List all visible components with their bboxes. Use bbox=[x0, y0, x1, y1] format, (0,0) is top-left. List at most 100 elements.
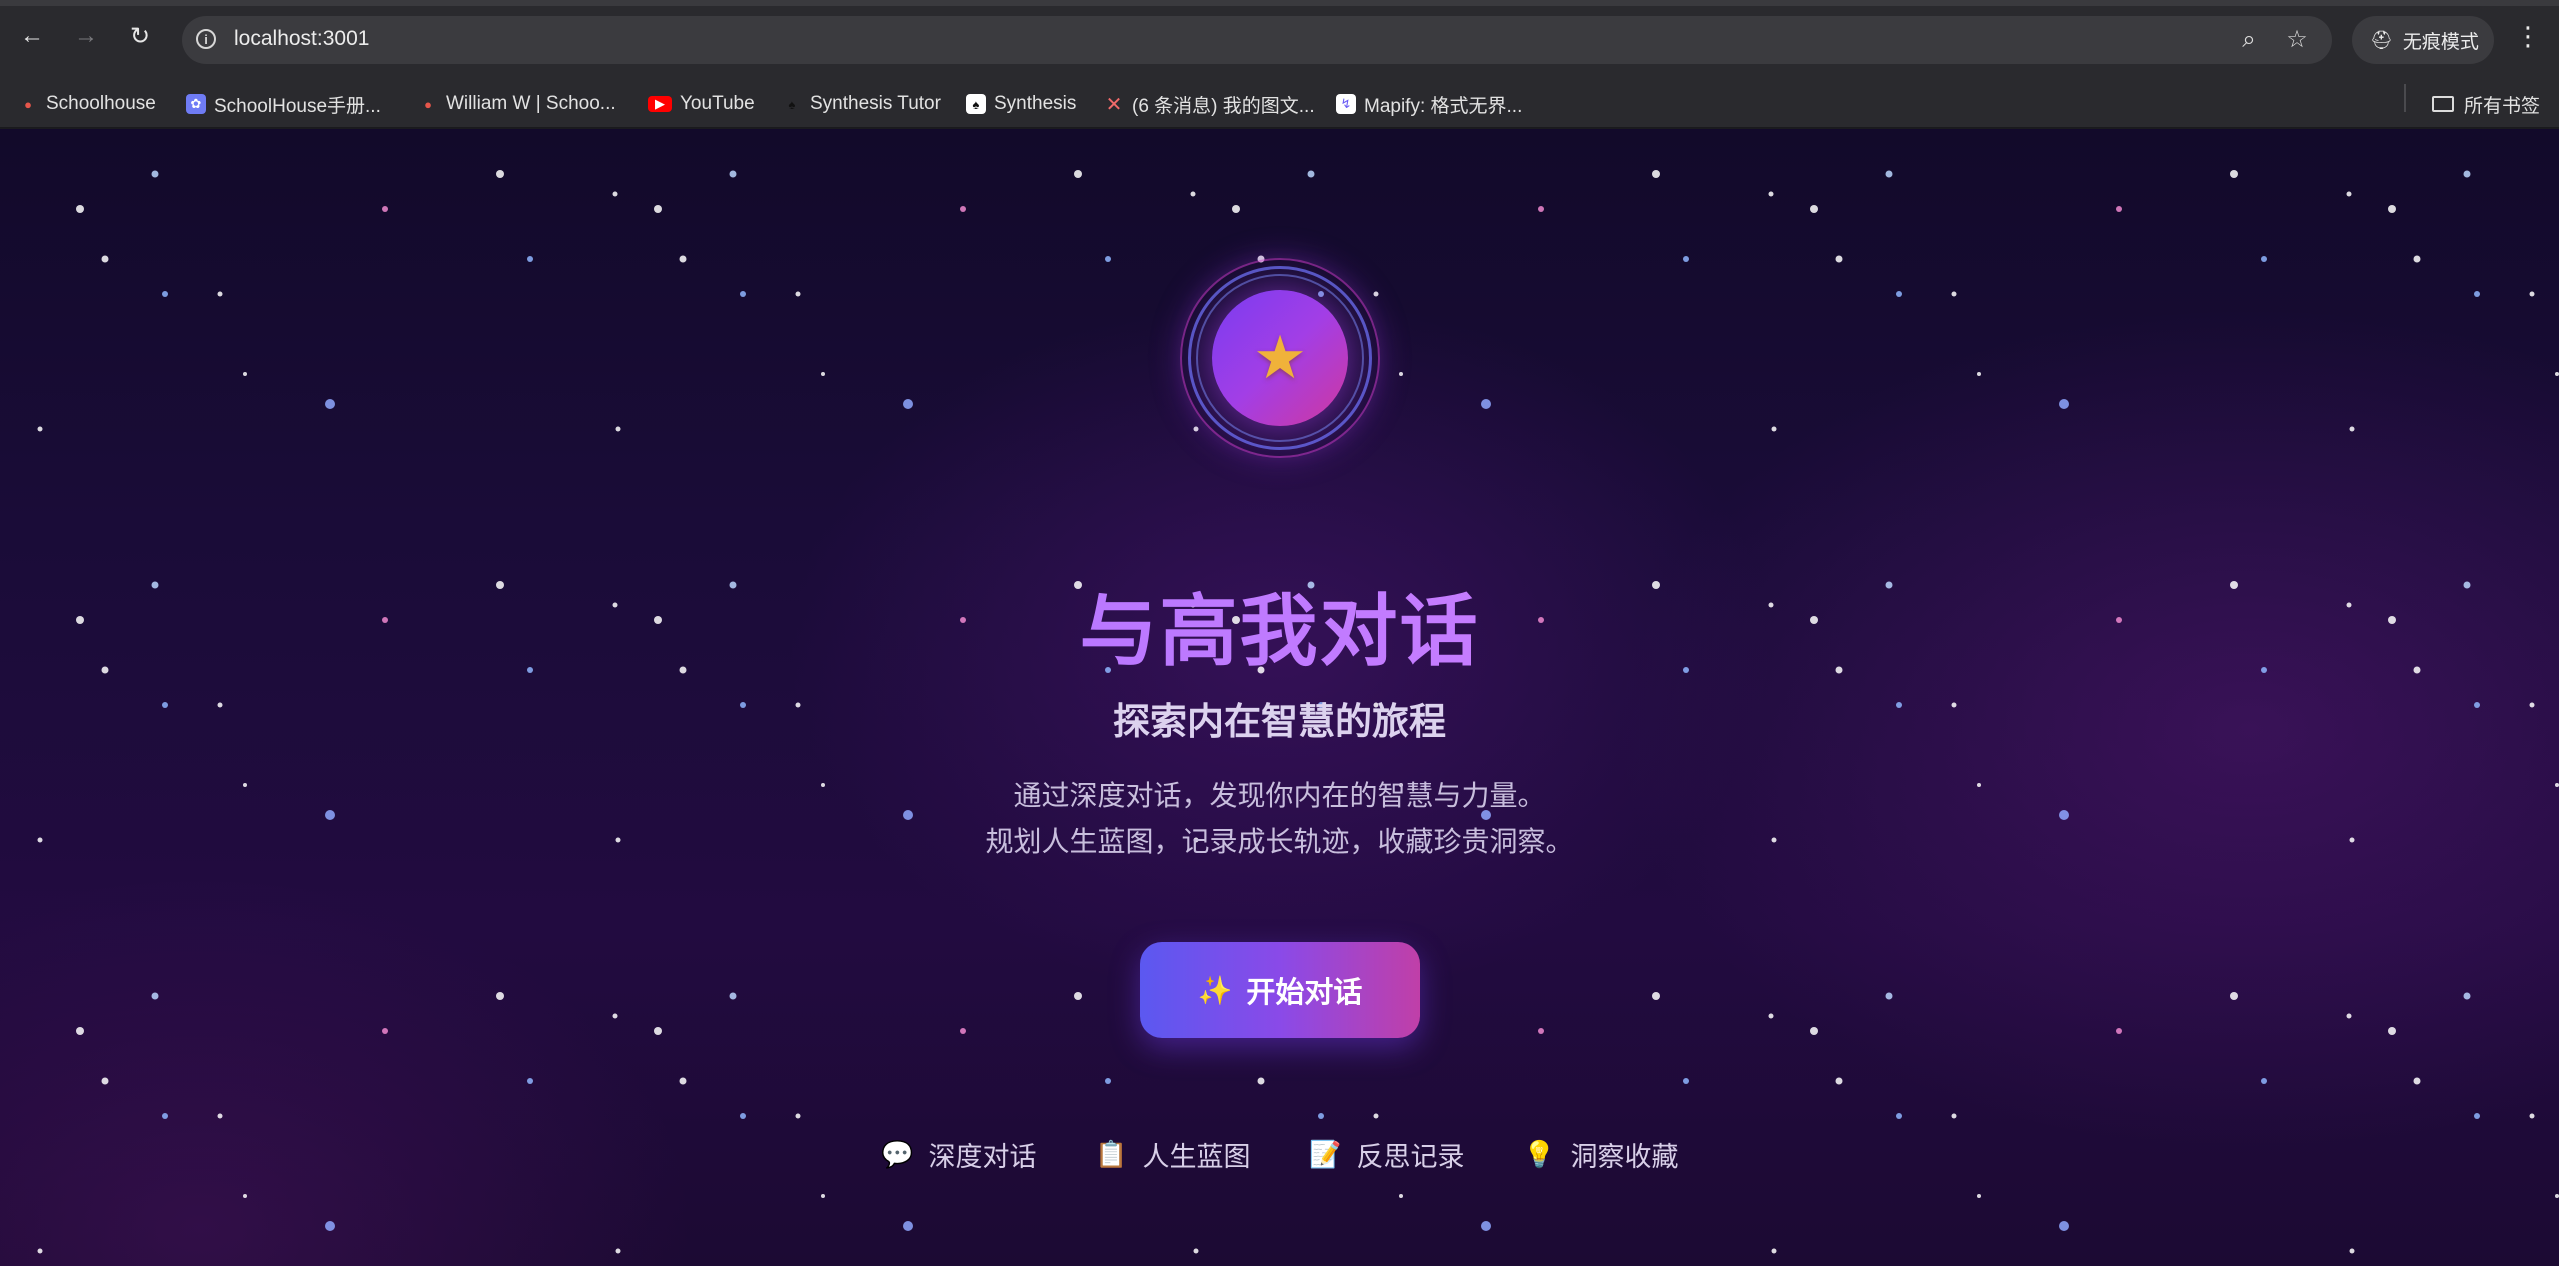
url-text[interactable]: localhost:3001 bbox=[234, 27, 369, 51]
star-dot bbox=[2059, 399, 2069, 409]
star-dot bbox=[1318, 1113, 1324, 1119]
bookmark-label: SchoolHouse手册... bbox=[214, 95, 381, 117]
star-dot bbox=[1977, 1194, 1981, 1198]
star-dot bbox=[1977, 372, 1981, 376]
star-dot bbox=[1835, 255, 1843, 263]
star-dot bbox=[2555, 372, 2559, 376]
bookmark-label: Schoolhouse bbox=[46, 93, 156, 114]
star-dot bbox=[960, 206, 966, 212]
star-dot bbox=[496, 992, 504, 1000]
bookmark-item[interactable]: ✿ SchoolHouse手册... bbox=[186, 80, 381, 128]
bookmark-item[interactable]: ✕ (6 条消息) 我的图文... bbox=[1104, 80, 1315, 128]
star-dot bbox=[2230, 992, 2238, 1000]
star-dot bbox=[1683, 256, 1689, 262]
star-dot bbox=[1652, 170, 1660, 178]
start-conversation-button[interactable]: ✨ 开始对话 bbox=[1140, 942, 1420, 1038]
star-dot bbox=[615, 1248, 621, 1254]
site-info-icon[interactable]: i bbox=[196, 29, 216, 49]
star-dot bbox=[2463, 992, 2471, 1000]
incognito-indicator[interactable]: ⛑ 无痕模式 bbox=[2352, 16, 2494, 64]
star-dot bbox=[2388, 1027, 2396, 1035]
page-title: 与高我对话 bbox=[0, 569, 2559, 681]
all-bookmarks-label: 所有书签 bbox=[2464, 95, 2541, 117]
star-dot bbox=[2346, 1013, 2352, 1019]
schoolhouse-icon: ● bbox=[424, 96, 432, 112]
csdn-icon: ✕ bbox=[1105, 93, 1123, 116]
star-dot bbox=[1810, 205, 1818, 213]
star-dot bbox=[1399, 372, 1403, 376]
star-dot bbox=[2463, 170, 2471, 178]
star-dot bbox=[243, 1194, 247, 1198]
description-line-2: 规划人生蓝图，记录成长轨迹，收藏珍贵洞察。 bbox=[985, 826, 1574, 857]
star-dot bbox=[1399, 1194, 1403, 1198]
star-dot bbox=[654, 205, 662, 213]
folder-icon bbox=[2432, 96, 2454, 112]
star-dot bbox=[1768, 191, 1774, 197]
landing-page: ★ 与高我对话 探索内在智慧的旅程 通过深度对话，发现你内在的智慧与力量。 规划… bbox=[0, 129, 2559, 1266]
bookmark-star-icon[interactable]: ☆ bbox=[2282, 25, 2312, 55]
mapify-icon: ↯ bbox=[1336, 94, 1356, 114]
clipboard-icon: 📋 bbox=[1095, 1138, 1128, 1169]
star-dot bbox=[654, 1027, 662, 1035]
bookmark-item[interactable]: ● Schoolhouse bbox=[18, 80, 156, 128]
feature-item-insight-collection: 💡 洞察收藏 bbox=[1523, 1129, 1679, 1179]
address-bar[interactable]: i localhost:3001 ⌕ ☆ bbox=[182, 16, 2332, 64]
star-dot bbox=[2346, 191, 2352, 197]
reload-button-icon[interactable]: ↻ bbox=[124, 20, 156, 52]
bookmark-item[interactable]: ▶ YouTube bbox=[648, 80, 755, 128]
back-button-icon[interactable]: ← bbox=[16, 20, 48, 52]
tab-strip bbox=[0, 0, 2559, 6]
star-dot bbox=[2413, 1077, 2421, 1085]
star-dot bbox=[615, 426, 621, 432]
incognito-label: 无痕模式 bbox=[2402, 31, 2479, 53]
star-dot bbox=[151, 170, 159, 178]
bookmark-item[interactable]: ↯ Mapify: 格式无界... bbox=[1336, 80, 1522, 128]
feature-label: 人生蓝图 bbox=[1142, 1141, 1251, 1172]
page-subtitle: 探索内在智慧的旅程 bbox=[1113, 701, 1446, 742]
star-dot bbox=[2388, 205, 2396, 213]
feature-label: 洞察收藏 bbox=[1570, 1141, 1679, 1172]
star-dot bbox=[2261, 1078, 2267, 1084]
star-dot bbox=[527, 256, 533, 262]
star-dot bbox=[162, 291, 168, 297]
bookmarks-bar: ● Schoolhouse ✿ SchoolHouse手册... ● Willi… bbox=[0, 80, 2559, 128]
forward-button-icon[interactable]: → bbox=[70, 20, 102, 52]
bookmark-item[interactable]: ♠ Synthesis bbox=[966, 80, 1076, 128]
star-dot bbox=[1951, 291, 1957, 297]
bookmark-item[interactable]: ● William W | Schoo... bbox=[418, 80, 616, 128]
star-dot bbox=[1481, 1221, 1491, 1231]
star-dot bbox=[729, 170, 737, 178]
star-dot bbox=[821, 1194, 825, 1198]
star-dot bbox=[1951, 1113, 1957, 1119]
star-dot bbox=[1538, 1028, 1544, 1034]
star-dot bbox=[1896, 291, 1902, 297]
star-dot bbox=[1896, 1113, 1902, 1119]
star-dot bbox=[1810, 1027, 1818, 1035]
all-bookmarks-button[interactable]: 所有书签 bbox=[2432, 80, 2540, 128]
star-dot bbox=[1190, 191, 1196, 197]
star-dot bbox=[217, 1113, 223, 1119]
star-dot bbox=[1257, 1077, 1265, 1085]
star-dot bbox=[1538, 206, 1544, 212]
star-dot bbox=[2349, 1248, 2355, 1254]
incognito-icon: ⛑ bbox=[2370, 29, 2393, 50]
star-dot bbox=[2529, 291, 2535, 297]
star-dot bbox=[1105, 1078, 1111, 1084]
star-dot bbox=[1885, 170, 1893, 178]
star-dot bbox=[1683, 1078, 1689, 1084]
synthesis-icon: ♠ bbox=[966, 94, 986, 114]
browser-menu-icon[interactable]: ⋮ bbox=[2512, 20, 2544, 52]
star-dot bbox=[679, 1077, 687, 1085]
star-dot bbox=[1074, 992, 1082, 1000]
bookmark-item[interactable]: ♠ Synthesis Tutor bbox=[782, 80, 941, 128]
star-dot bbox=[903, 1221, 913, 1231]
star-dot bbox=[37, 426, 43, 432]
star-dot bbox=[2116, 206, 2122, 212]
star-dot bbox=[243, 372, 247, 376]
star-dot bbox=[2474, 291, 2480, 297]
speech-bubble-icon: 💬 bbox=[881, 1138, 914, 1169]
schoolhouse-icon: ● bbox=[24, 96, 32, 112]
star-dot bbox=[1835, 1077, 1843, 1085]
star-dot bbox=[1232, 205, 1240, 213]
zoom-icon[interactable]: ⌕ bbox=[2234, 25, 2264, 55]
